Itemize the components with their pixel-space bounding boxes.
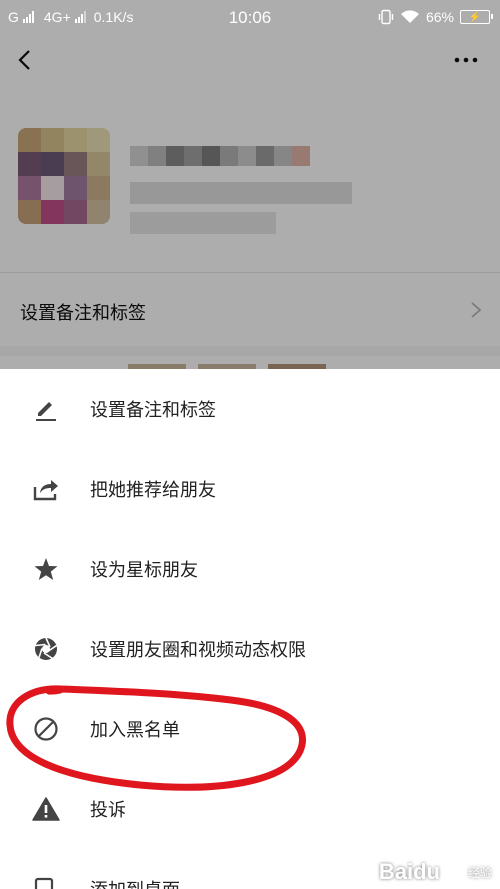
- battery-percent: 66%: [425, 9, 454, 25]
- menu-item-label: 设为星标朋友: [90, 560, 198, 581]
- menu-item-moments-permission[interactable]: 设置朋友圈和视频动态权限: [0, 609, 500, 689]
- block-icon: [32, 715, 60, 743]
- warning-icon: [32, 795, 60, 823]
- watermark-brand: Baidu: [378, 859, 440, 884]
- menu-item-label: 设置备注和标签: [90, 400, 216, 421]
- add-to-desktop-icon: [32, 875, 60, 889]
- menu-item-label: 加入黑名单: [90, 720, 180, 741]
- menu-item-star-friend[interactable]: 设为星标朋友: [0, 529, 500, 609]
- status-bar: G 4G+ 0.1K/s 10:06 66% ⚡: [0, 0, 500, 36]
- aperture-icon: [32, 635, 60, 663]
- share-icon: [32, 475, 60, 503]
- menu-item-set-remark[interactable]: 设置备注和标签: [0, 369, 500, 449]
- baidu-watermark: Baidu 经验: [379, 859, 492, 885]
- vibrate-icon: [378, 9, 394, 25]
- menu-item-label: 添加到桌面: [90, 876, 180, 889]
- battery-charging-icon: ⚡: [460, 10, 493, 24]
- menu-item-label: 设置朋友圈和视频动态权限: [90, 640, 306, 661]
- watermark-sub: 经验: [467, 865, 492, 880]
- menu-item-label: 投诉: [90, 800, 126, 821]
- menu-item-add-to-blacklist[interactable]: 加入黑名单: [0, 689, 500, 769]
- wifi-icon: [400, 10, 419, 23]
- pencil-icon: [32, 395, 60, 423]
- menu-item-report[interactable]: 投诉: [0, 769, 500, 849]
- menu-item-label: 把她推荐给朋友: [90, 480, 216, 501]
- paw-icon: [443, 863, 463, 881]
- action-sheet: 设置备注和标签 把她推荐给朋友 设为星标朋友 设置朋友圈和视频动态权限 加入黑名…: [0, 369, 500, 889]
- menu-item-recommend[interactable]: 把她推荐给朋友: [0, 449, 500, 529]
- star-icon: [32, 555, 60, 583]
